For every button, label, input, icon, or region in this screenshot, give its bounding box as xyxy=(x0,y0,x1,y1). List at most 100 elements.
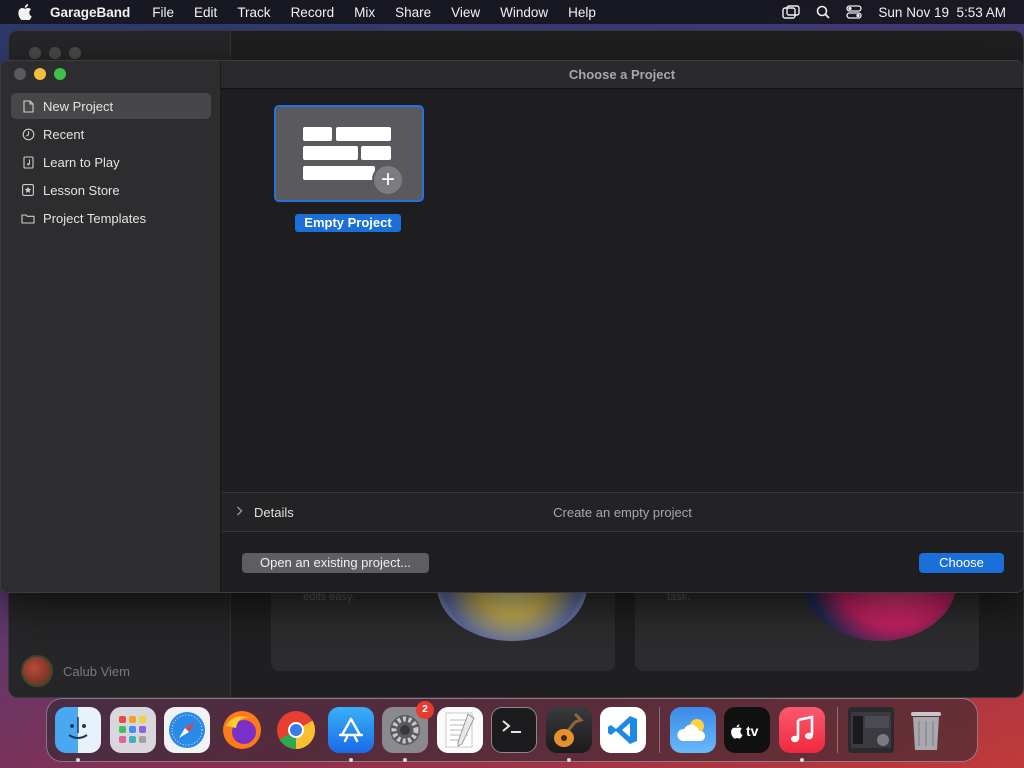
running-indicator xyxy=(566,758,571,762)
terminal-icon xyxy=(502,720,521,733)
tile-block-icon xyxy=(303,146,358,160)
details-toggle[interactable]: Details xyxy=(254,505,294,520)
details-bar: Details Create an empty project xyxy=(222,492,1023,532)
running-indicator xyxy=(403,758,407,762)
dock-apple-tv[interactable]: tv xyxy=(724,707,770,753)
folder-icon xyxy=(21,211,35,225)
background-card-1-artwork xyxy=(437,591,587,641)
app-store-icon xyxy=(338,717,363,743)
dock-app-store[interactable] xyxy=(327,707,374,762)
avatar xyxy=(21,655,53,687)
firefox-icon xyxy=(222,711,261,749)
dialog-footer: Open an existing project... Choose xyxy=(222,533,1023,592)
menu-view[interactable]: View xyxy=(451,5,480,20)
background-card-2[interactable]: task. xyxy=(635,591,979,671)
running-indicator xyxy=(799,758,804,762)
apple-tv-icon: tv xyxy=(731,723,759,739)
sidebar-item-lesson-store[interactable]: Lesson Store xyxy=(11,177,211,203)
plus-icon: + xyxy=(372,164,404,196)
svg-text:tv: tv xyxy=(746,723,759,739)
details-description: Create an empty project xyxy=(553,504,692,520)
star-box-icon xyxy=(21,183,35,197)
running-indicator xyxy=(76,758,80,762)
dock: 2 tv xyxy=(46,698,978,762)
menu-edit[interactable]: Edit xyxy=(194,5,217,20)
dock-weather[interactable] xyxy=(669,707,716,753)
menu-help[interactable]: Help xyxy=(568,5,596,20)
minimize-button[interactable] xyxy=(34,68,46,80)
menu-bar: GarageBand File Edit Track Record Mix Sh… xyxy=(0,0,1024,24)
dock-firefox[interactable] xyxy=(219,707,265,753)
textedit-icon xyxy=(445,712,475,748)
dock-separator xyxy=(658,707,660,753)
music-note-icon xyxy=(790,715,813,743)
menu-track[interactable]: Track xyxy=(237,5,270,20)
weather-icon xyxy=(676,719,705,741)
menu-window[interactable]: Window xyxy=(500,5,548,20)
menu-mix[interactable]: Mix xyxy=(354,5,375,20)
choose-button[interactable]: Choose xyxy=(919,553,1004,573)
clock-icon xyxy=(21,127,35,141)
dock-terminal[interactable] xyxy=(491,707,537,753)
document-icon xyxy=(21,99,35,113)
sidebar-item-learn-to-play[interactable]: Learn to Play xyxy=(11,149,211,175)
background-traffic-lights xyxy=(29,47,81,59)
open-existing-project-button[interactable]: Open an existing project... xyxy=(242,553,429,573)
menu-share[interactable]: Share xyxy=(395,5,431,20)
dock-screenshot-folder[interactable] xyxy=(848,707,894,753)
dock-safari[interactable] xyxy=(164,707,210,753)
menu-file[interactable]: File xyxy=(152,5,174,20)
chevron-right-icon[interactable] xyxy=(236,506,246,519)
notification-badge: 2 xyxy=(416,701,434,719)
running-indicator xyxy=(348,758,353,762)
background-card-2-artwork xyxy=(803,591,957,641)
dock-finder[interactable] xyxy=(55,707,101,762)
background-user[interactable]: Calub Viem xyxy=(21,655,130,687)
dialog-sidebar: New Project Recent Learn to Play Lesson … xyxy=(1,61,221,592)
folder-stack-icon xyxy=(851,712,891,748)
dock-trash[interactable] xyxy=(903,707,949,753)
background-card-1[interactable]: edits easy. xyxy=(271,591,615,671)
sidebar-item-label: Learn to Play xyxy=(43,154,120,170)
dock-system-settings[interactable]: 2 xyxy=(382,701,434,762)
chrome-icon xyxy=(277,711,316,750)
sidebar-item-label: Project Templates xyxy=(43,210,147,226)
tile-block-icon xyxy=(303,127,332,141)
apple-icon[interactable] xyxy=(18,4,36,20)
window-mirror-icon[interactable] xyxy=(782,5,801,19)
trash-icon xyxy=(910,712,941,750)
project-grid: + Empty Project xyxy=(222,90,1023,492)
user-name: Calub Viem xyxy=(63,663,130,679)
sidebar-item-new-project[interactable]: New Project xyxy=(11,93,211,119)
zoom-button[interactable] xyxy=(54,68,66,80)
launchpad-grid-icon xyxy=(118,716,146,743)
dock-music[interactable] xyxy=(778,707,825,762)
close-button[interactable] xyxy=(14,68,26,80)
music-book-icon xyxy=(21,155,35,169)
traffic-lights xyxy=(14,68,66,80)
dock-separator xyxy=(837,707,838,753)
safari-compass-icon xyxy=(169,712,205,748)
tile-block-icon xyxy=(303,166,375,180)
search-icon[interactable] xyxy=(816,5,831,19)
empty-project-label[interactable]: Empty Project xyxy=(295,214,401,232)
choose-project-dialog: New Project Recent Learn to Play Lesson … xyxy=(0,60,1024,593)
sidebar-item-project-templates[interactable]: Project Templates xyxy=(11,205,211,231)
menu-app-name[interactable]: GarageBand xyxy=(50,5,130,20)
sidebar-item-label: New Project xyxy=(43,98,114,114)
dock-launchpad[interactable] xyxy=(109,707,156,753)
sidebar-item-label: Recent xyxy=(43,126,85,142)
empty-project-tile[interactable]: + xyxy=(274,105,424,202)
dialog-title: Choose a Project xyxy=(221,61,1023,89)
control-center-icon[interactable] xyxy=(846,5,863,19)
dock-garageband[interactable] xyxy=(545,707,592,762)
dock-textedit[interactable] xyxy=(436,707,483,753)
dock-vscode[interactable] xyxy=(600,707,646,753)
menu-clock[interactable]: Sun Nov 19 5:53 AM xyxy=(878,5,1006,20)
guitar-icon xyxy=(553,712,584,747)
sidebar-item-recent[interactable]: Recent xyxy=(11,121,211,147)
dock-chrome[interactable] xyxy=(273,707,319,753)
menu-record[interactable]: Record xyxy=(291,5,335,20)
sidebar-item-label: Lesson Store xyxy=(43,182,120,198)
finder-icon xyxy=(68,717,88,739)
